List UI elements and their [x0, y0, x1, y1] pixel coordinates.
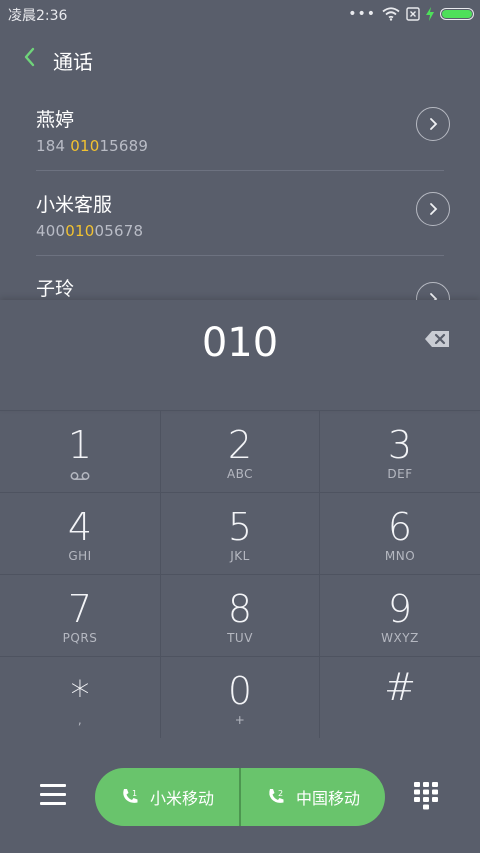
status-time: 凌晨2:36 — [8, 8, 68, 24]
key-1[interactable]: 1 — [0, 410, 160, 492]
key-6[interactable]: 6 MNO — [320, 492, 480, 574]
dialed-number: 010 — [201, 320, 279, 366]
more-dots-icon: ••• — [348, 6, 376, 22]
chevron-left-icon[interactable] — [18, 45, 42, 69]
dial-entry: 010 — [0, 300, 480, 410]
status-bar: 凌晨2:36 ••• — [0, 0, 480, 28]
key-digit: 1 — [67, 423, 93, 467]
key-digit: 4 — [67, 505, 93, 549]
key-star[interactable]: * , — [0, 656, 160, 738]
page-title: 通话 — [53, 50, 93, 74]
sim2-label: 中国移动 — [295, 789, 360, 808]
key-5[interactable]: 5 JKL — [160, 492, 320, 574]
key-7[interactable]: 7 PQRS — [0, 574, 160, 656]
call-buttons: 1 小米移动 2 中国移动 — [95, 768, 385, 826]
phone-sim1-icon: 1 — [123, 789, 138, 803]
key-letters: TUV — [227, 631, 253, 645]
header: 通话 — [0, 38, 480, 78]
key-letters: JKL — [230, 549, 250, 563]
divider — [36, 255, 444, 256]
bottom-bar: 1 小米移动 2 中国移动 — [0, 740, 480, 853]
key-2[interactable]: 2 ABC — [160, 410, 320, 492]
contact-detail-button[interactable] — [416, 107, 450, 141]
key-digit: 2 — [227, 423, 253, 467]
svg-text:1: 1 — [132, 789, 137, 798]
key-digit: 0 — [227, 669, 253, 713]
key-letters: + — [234, 713, 246, 727]
contact-number: 40001005678 — [36, 222, 144, 240]
menu-icon[interactable] — [40, 784, 66, 806]
contact-number: 184 01015689 — [36, 137, 149, 155]
key-digit: 5 — [227, 505, 253, 549]
chevron-right-icon — [430, 203, 438, 215]
key-digit: 6 — [387, 505, 413, 549]
key-letters: , — [77, 713, 83, 727]
backspace-icon[interactable] — [424, 330, 450, 348]
sim1-label: 小米移动 — [149, 789, 214, 808]
voicemail-icon — [70, 472, 90, 480]
key-letters: GHI — [68, 549, 92, 563]
dialpad-icon[interactable] — [414, 782, 438, 810]
contact-item[interactable]: 燕婷 184 01015689 — [36, 105, 450, 189]
chevron-right-icon — [430, 118, 438, 130]
phone-sim2-icon: 2 — [269, 789, 284, 803]
key-letters: PQRS — [62, 631, 98, 645]
call-sim2-button[interactable]: 2 中国移动 — [239, 768, 385, 826]
call-sim1-button[interactable]: 1 小米移动 — [95, 768, 239, 826]
contact-item[interactable]: 小米客服 40001005678 — [36, 190, 450, 274]
key-letters: DEF — [387, 467, 413, 481]
key-digit: 8 — [227, 587, 253, 631]
key-digit: 3 — [387, 423, 413, 467]
keypad: 1 2 ABC 3 DEF 4 GHI 5 JKL 6 MNO 7 PQRS 8… — [0, 410, 480, 740]
key-4[interactable]: 4 GHI — [0, 492, 160, 574]
contact-name: 燕婷 — [36, 109, 75, 131]
svg-text:2: 2 — [278, 789, 283, 798]
charging-icon — [426, 7, 434, 21]
contact-name: 小米客服 — [36, 194, 113, 216]
key-3[interactable]: 3 DEF — [320, 410, 480, 492]
key-digit: # — [384, 665, 416, 709]
key-8[interactable]: 8 TUV — [160, 574, 320, 656]
contact-name: 子玲 — [36, 278, 75, 300]
key-digit: 7 — [67, 587, 93, 631]
key-hash[interactable]: # — [320, 656, 480, 738]
status-icons: ••• — [348, 6, 474, 22]
key-letters: ABC — [226, 467, 254, 481]
key-digit: * — [70, 673, 90, 717]
key-digit: 9 — [387, 587, 413, 631]
contact-detail-button[interactable] — [416, 192, 450, 226]
key-0[interactable]: 0 + — [160, 656, 320, 738]
key-letters: WXYZ — [381, 631, 419, 645]
no-sim-icon — [406, 7, 420, 21]
divider — [36, 170, 444, 171]
battery-icon — [440, 8, 474, 20]
key-letters: MNO — [384, 549, 416, 563]
key-9[interactable]: 9 WXYZ — [320, 574, 480, 656]
wifi-icon — [382, 7, 400, 21]
